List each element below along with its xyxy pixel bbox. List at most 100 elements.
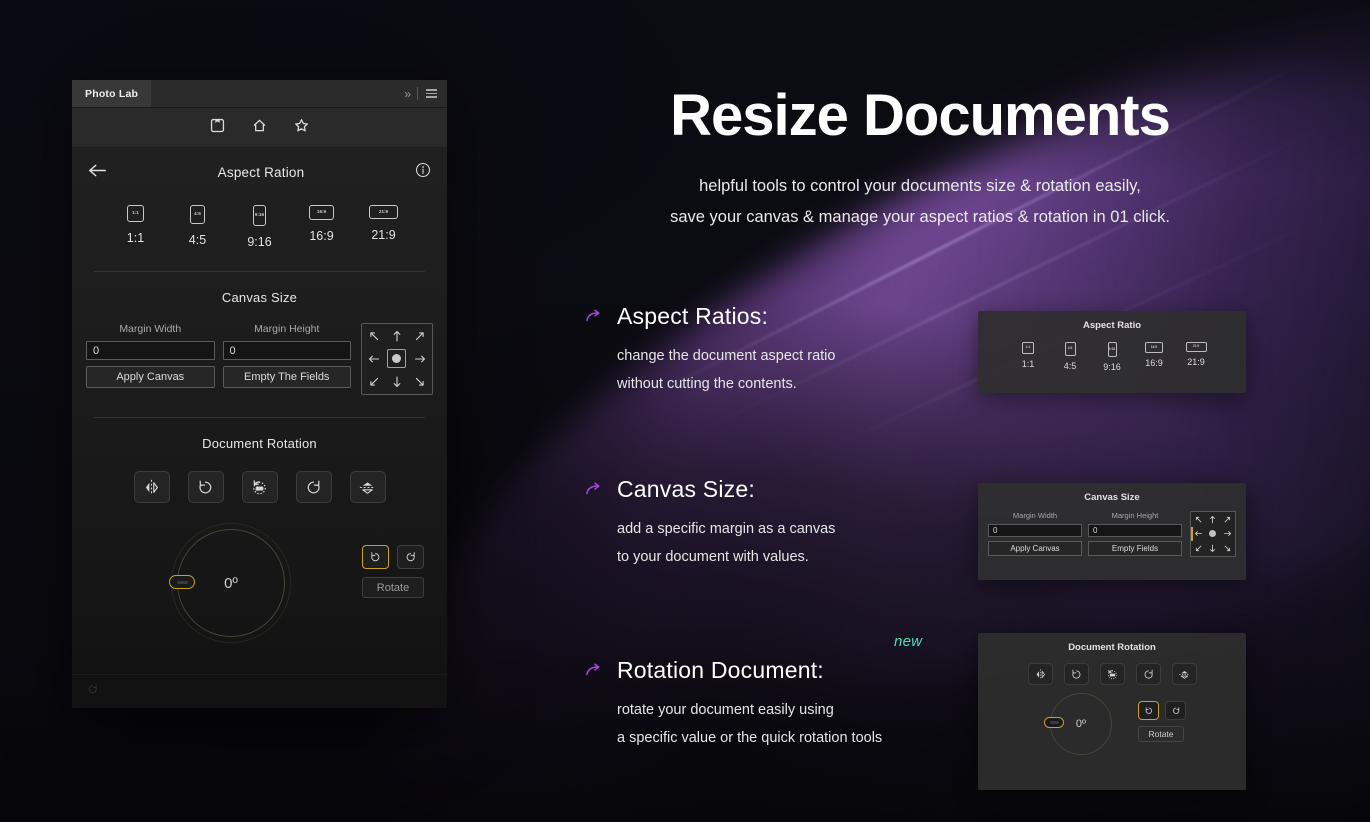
aspect-ratio-option-1-1[interactable]: 1:1 1:1 xyxy=(117,205,155,249)
rotate-left-icon[interactable] xyxy=(188,471,224,503)
rotation-tool-list: 180 xyxy=(72,471,447,503)
margin-width-input[interactable] xyxy=(988,524,1082,537)
rotate-right-icon[interactable] xyxy=(1136,663,1161,685)
curved-arrow-icon xyxy=(585,663,603,684)
card-ratio-9-16[interactable]: 9:16 9:16 xyxy=(1099,342,1125,372)
back-arrow-icon[interactable] xyxy=(88,163,107,183)
anchor-left-icon[interactable] xyxy=(362,347,385,370)
subtitle-line-1: helpful tools to control your documents … xyxy=(470,171,1370,202)
card-canvas-controls: Margin Width Apply Canvas Margin Height … xyxy=(978,503,1246,557)
home-icon[interactable] xyxy=(251,117,268,139)
rotate-180-icon[interactable]: 180 xyxy=(242,471,278,503)
anchor-left-icon[interactable] xyxy=(1191,527,1206,542)
margin-height-label: Margin Height xyxy=(254,323,319,335)
panel-tab-bar: Photo Lab » xyxy=(72,80,447,108)
card-title: Document Rotation xyxy=(978,633,1246,653)
aspect-ratio-option-16-9[interactable]: 16:9 16:9 xyxy=(303,205,341,249)
curved-arrow-icon xyxy=(585,309,603,330)
card-ratio-4-5[interactable]: 4:5 4:5 xyxy=(1057,342,1083,372)
ratio-label: 21:9 xyxy=(371,228,395,242)
feature-desc-line-1: rotate your document easily using xyxy=(617,696,882,724)
apply-canvas-button[interactable]: Apply Canvas xyxy=(988,541,1082,556)
tab-photo-lab[interactable]: Photo Lab xyxy=(72,80,151,107)
feature-desc-line-2: a specific value or the quick rotation t… xyxy=(617,724,882,752)
anchor-center-selected[interactable] xyxy=(1206,527,1221,542)
preview-card-document-rotation: Document Rotation 180 xyxy=(978,633,1246,790)
anchor-bottom-left-icon[interactable] xyxy=(362,371,385,394)
anchor-bottom-icon[interactable] xyxy=(1206,541,1221,556)
preview-card-aspect-ratio: Aspect Ratio 1:1 1:1 4:5 4:5 9:16 9:16 1… xyxy=(978,311,1246,393)
rotate-button[interactable]: Rotate xyxy=(362,577,424,598)
anchor-top-left-icon[interactable] xyxy=(362,324,385,347)
flip-vertical-icon[interactable] xyxy=(1172,663,1197,685)
panel-body: Aspect Ration 1:1 1:1 4:5 4:5 9:16 9:16 xyxy=(72,148,447,708)
rotation-dial-handle[interactable] xyxy=(169,575,195,589)
ratio-icon-9-16: 9:16 xyxy=(253,205,266,226)
margin-width-input[interactable] xyxy=(86,341,215,360)
margin-height-group: Margin Height Empty The Fields xyxy=(223,323,352,388)
panel-footer xyxy=(72,674,447,708)
feature-description: change the document aspect ratio without… xyxy=(617,342,835,399)
ratio-label: 4:5 xyxy=(189,233,206,247)
card-ratio-21-9[interactable]: 21:9 21:9 xyxy=(1183,342,1209,372)
star-icon[interactable] xyxy=(293,117,310,139)
anchor-bottom-right-icon[interactable] xyxy=(1220,541,1235,556)
hamburger-menu-icon[interactable] xyxy=(426,89,437,98)
margin-height-input[interactable] xyxy=(1088,524,1182,537)
document-rotation-title: Document Rotation xyxy=(72,436,447,451)
section-divider-2 xyxy=(94,417,425,418)
flip-horizontal-icon[interactable] xyxy=(1028,663,1053,685)
apply-canvas-button[interactable]: Apply Canvas xyxy=(86,366,215,388)
card-ratio-16-9[interactable]: 16:9 16:9 xyxy=(1141,342,1167,372)
empty-the-fields-button[interactable]: Empty The Fields xyxy=(223,366,352,388)
canvas-size-title: Canvas Size xyxy=(72,290,447,305)
inbox-icon[interactable] xyxy=(209,117,226,139)
anchor-top-right-icon[interactable] xyxy=(409,324,432,347)
rotate-button[interactable]: Rotate xyxy=(1138,726,1184,742)
poster-canvas: Photo Lab » Aspec xyxy=(0,0,1370,822)
margin-height-input[interactable] xyxy=(223,341,352,360)
margin-width-label: Margin Width xyxy=(119,323,181,335)
card-quick-rotation-controls: Rotate xyxy=(1138,701,1198,742)
rotate-ccw-icon[interactable] xyxy=(1138,701,1159,720)
ratio-label: 1:1 xyxy=(127,231,144,245)
margin-width-label: Margin Width xyxy=(1013,511,1057,520)
rotate-left-icon[interactable] xyxy=(1064,663,1089,685)
ratio-icon-21-9: 21:9 xyxy=(369,205,398,219)
canvas-fields: Margin Width Apply Canvas Margin Height … xyxy=(86,323,351,388)
empty-fields-button[interactable]: Empty Fields xyxy=(1088,541,1182,556)
anchor-top-icon[interactable] xyxy=(385,324,408,347)
anchor-top-icon[interactable] xyxy=(1206,512,1221,527)
ratio-label: 21:9 xyxy=(1187,357,1205,367)
page-title: Aspect Ration xyxy=(218,165,305,180)
anchor-bottom-right-icon[interactable] xyxy=(409,371,432,394)
rotate-cw-icon[interactable] xyxy=(397,545,424,569)
anchor-right-icon[interactable] xyxy=(409,347,432,370)
aspect-ratio-option-4-5[interactable]: 4:5 4:5 xyxy=(179,205,217,249)
aspect-ratio-list: 1:1 1:1 4:5 4:5 9:16 9:16 16:9 16:9 21:9 xyxy=(72,205,447,249)
card-rotation-dial-handle[interactable] xyxy=(1044,717,1064,728)
flip-vertical-icon[interactable] xyxy=(350,471,386,503)
info-icon[interactable] xyxy=(415,162,431,183)
panel-icon-bar xyxy=(72,108,447,148)
rotate-180-icon[interactable]: 180 xyxy=(1100,663,1125,685)
svg-text:180: 180 xyxy=(256,485,264,490)
rotate-cw-icon[interactable] xyxy=(1165,701,1186,720)
aspect-ratio-option-21-9[interactable]: 21:9 21:9 xyxy=(365,205,403,249)
anchor-bottom-left-icon[interactable] xyxy=(1191,541,1206,556)
aspect-ratio-option-9-16[interactable]: 9:16 9:16 xyxy=(241,205,279,249)
flip-horizontal-icon[interactable] xyxy=(134,471,170,503)
chevron-double-right-icon[interactable]: » xyxy=(404,87,409,101)
feature-desc-line-2: to your document with values. xyxy=(617,543,835,571)
refresh-icon[interactable] xyxy=(86,683,99,701)
anchor-right-icon[interactable] xyxy=(1220,527,1235,542)
rotate-right-icon[interactable] xyxy=(296,471,332,503)
card-ratio-1-1[interactable]: 1:1 1:1 xyxy=(1015,342,1041,372)
anchor-top-right-icon[interactable] xyxy=(1220,512,1235,527)
content-column: Resize Documents helpful tools to contro… xyxy=(470,0,1370,822)
anchor-top-left-icon[interactable] xyxy=(1191,512,1206,527)
anchor-bottom-icon[interactable] xyxy=(385,371,408,394)
rotation-value: 0º xyxy=(224,575,238,592)
rotate-ccw-icon[interactable] xyxy=(362,545,389,569)
anchor-center-selected[interactable] xyxy=(385,347,408,370)
